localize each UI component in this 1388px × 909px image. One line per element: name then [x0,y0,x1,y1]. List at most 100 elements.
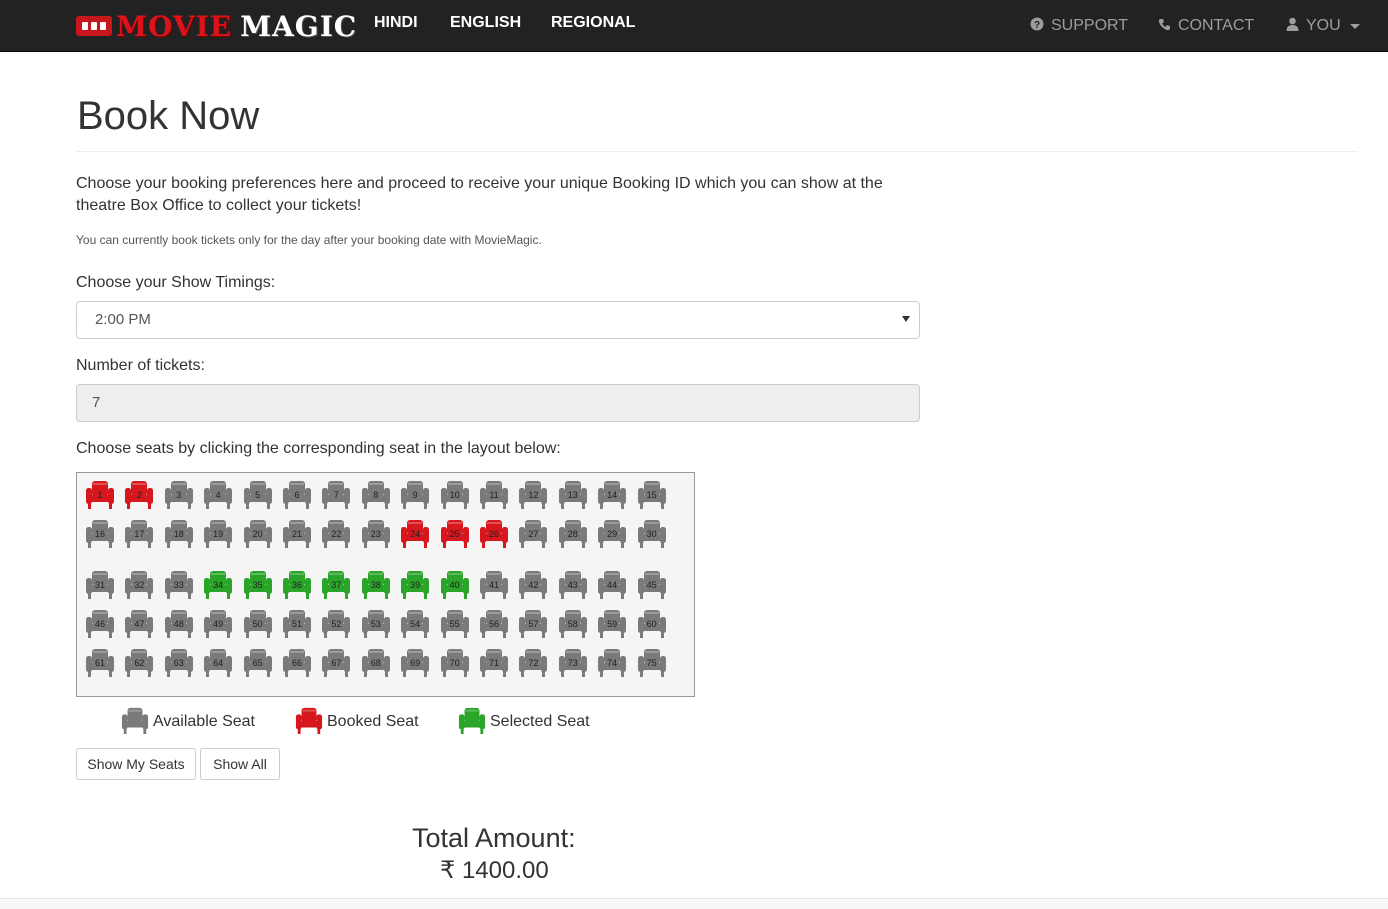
legend-selected: Selected Seat [457,707,590,737]
seat-13[interactable]: 13 [557,479,589,509]
seat-56[interactable]: 56 [478,608,510,638]
seat-34[interactable]: 34 [202,569,234,599]
seat-number: 69 [410,658,421,668]
seat-10[interactable]: 10 [439,479,471,509]
nav-support[interactable]: ? SUPPORT [1030,0,1128,52]
nav-user-dropdown[interactable]: YOU [1286,0,1360,52]
brand-logo[interactable]: MOVIE MAGIC [76,9,357,43]
seat-1[interactable]: 1 [84,479,116,509]
seat-74[interactable]: 74 [596,647,628,677]
seat-41[interactable]: 41 [478,569,510,599]
seat-4[interactable]: 4 [202,479,234,509]
seat-16[interactable]: 16 [84,518,116,548]
seat-24[interactable]: 24 [399,518,431,548]
select-arrow-icon [902,316,910,322]
nav-hindi[interactable]: HINDI [374,0,418,52]
seat-50[interactable]: 50 [242,608,274,638]
seat-54[interactable]: 54 [399,608,431,638]
seat-60[interactable]: 60 [636,608,668,638]
seat-27[interactable]: 27 [517,518,549,548]
show-my-seats-button[interactable]: Show My Seats [76,748,196,780]
seat-26[interactable]: 26 [478,518,510,548]
seat-31[interactable]: 31 [84,569,116,599]
nav-regional[interactable]: REGIONAL [551,0,635,52]
seat-59[interactable]: 59 [596,608,628,638]
seat-48[interactable]: 48 [163,608,195,638]
seat-42[interactable]: 42 [517,569,549,599]
seat-number: 64 [213,658,224,668]
seat-19[interactable]: 19 [202,518,234,548]
seat-number: 75 [646,658,657,668]
seat-49[interactable]: 49 [202,608,234,638]
seat-73[interactable]: 73 [557,647,589,677]
nav-english[interactable]: ENGLISH [450,0,521,52]
seat-11[interactable]: 11 [478,479,510,509]
seat-72[interactable]: 72 [517,647,549,677]
seat-9[interactable]: 9 [399,479,431,509]
seat-22[interactable]: 22 [320,518,352,548]
seat-61[interactable]: 61 [84,647,116,677]
brand-word-movie: MOVIE [116,9,233,43]
seat-69[interactable]: 69 [399,647,431,677]
seat-47[interactable]: 47 [123,608,155,638]
seat-58[interactable]: 58 [557,608,589,638]
seat-37[interactable]: 37 [320,569,352,599]
seat-17[interactable]: 17 [123,518,155,548]
show-timings-select[interactable]: 2:00 PM [76,301,920,339]
seat-62[interactable]: 62 [123,647,155,677]
seat-44[interactable]: 44 [596,569,628,599]
seat-75[interactable]: 75 [636,647,668,677]
seat-29[interactable]: 29 [596,518,628,548]
seat-30[interactable]: 30 [636,518,668,548]
seat-32[interactable]: 32 [123,569,155,599]
seat-66[interactable]: 66 [281,647,313,677]
seat-25[interactable]: 25 [439,518,471,548]
seat-57[interactable]: 57 [517,608,549,638]
seat-number: 74 [607,658,618,668]
seat-38[interactable]: 38 [360,569,392,599]
seat-number: 48 [173,619,184,629]
seat-45[interactable]: 45 [636,569,668,599]
seat-14[interactable]: 14 [596,479,628,509]
seat-number: 28 [567,529,578,539]
seat-number: 21 [291,529,302,539]
seat-8[interactable]: 8 [360,479,392,509]
seat-6[interactable]: 6 [281,479,313,509]
seat-2[interactable]: 2 [123,479,155,509]
seat-23[interactable]: 23 [360,518,392,548]
show-all-button[interactable]: Show All [200,748,280,780]
seat-number: 27 [528,529,539,539]
seat-43[interactable]: 43 [557,569,589,599]
seat-67[interactable]: 67 [320,647,352,677]
seat-number: 20 [252,529,263,539]
seat-36[interactable]: 36 [281,569,313,599]
seat-28[interactable]: 28 [557,518,589,548]
seat-18[interactable]: 18 [163,518,195,548]
seat-68[interactable]: 68 [360,647,392,677]
seat-51[interactable]: 51 [281,608,313,638]
seat-15[interactable]: 15 [636,479,668,509]
seat-55[interactable]: 55 [439,608,471,638]
seat-number: 33 [173,580,184,590]
seat-20[interactable]: 20 [242,518,274,548]
seat-5[interactable]: 5 [242,479,274,509]
legend-available: Available Seat [120,707,255,737]
seat-53[interactable]: 53 [360,608,392,638]
seat-70[interactable]: 70 [439,647,471,677]
seat-33[interactable]: 33 [163,569,195,599]
seat-7[interactable]: 7 [320,479,352,509]
seat-21[interactable]: 21 [281,518,313,548]
seat-71[interactable]: 71 [478,647,510,677]
seat-3[interactable]: 3 [163,479,195,509]
seat-number: 31 [94,580,105,590]
seat-40[interactable]: 40 [439,569,471,599]
seat-65[interactable]: 65 [242,647,274,677]
nav-contact[interactable]: CONTACT [1158,0,1254,52]
seat-39[interactable]: 39 [399,569,431,599]
seat-12[interactable]: 12 [517,479,549,509]
seat-64[interactable]: 64 [202,647,234,677]
seat-63[interactable]: 63 [163,647,195,677]
seat-52[interactable]: 52 [320,608,352,638]
seat-46[interactable]: 46 [84,608,116,638]
seat-35[interactable]: 35 [242,569,274,599]
